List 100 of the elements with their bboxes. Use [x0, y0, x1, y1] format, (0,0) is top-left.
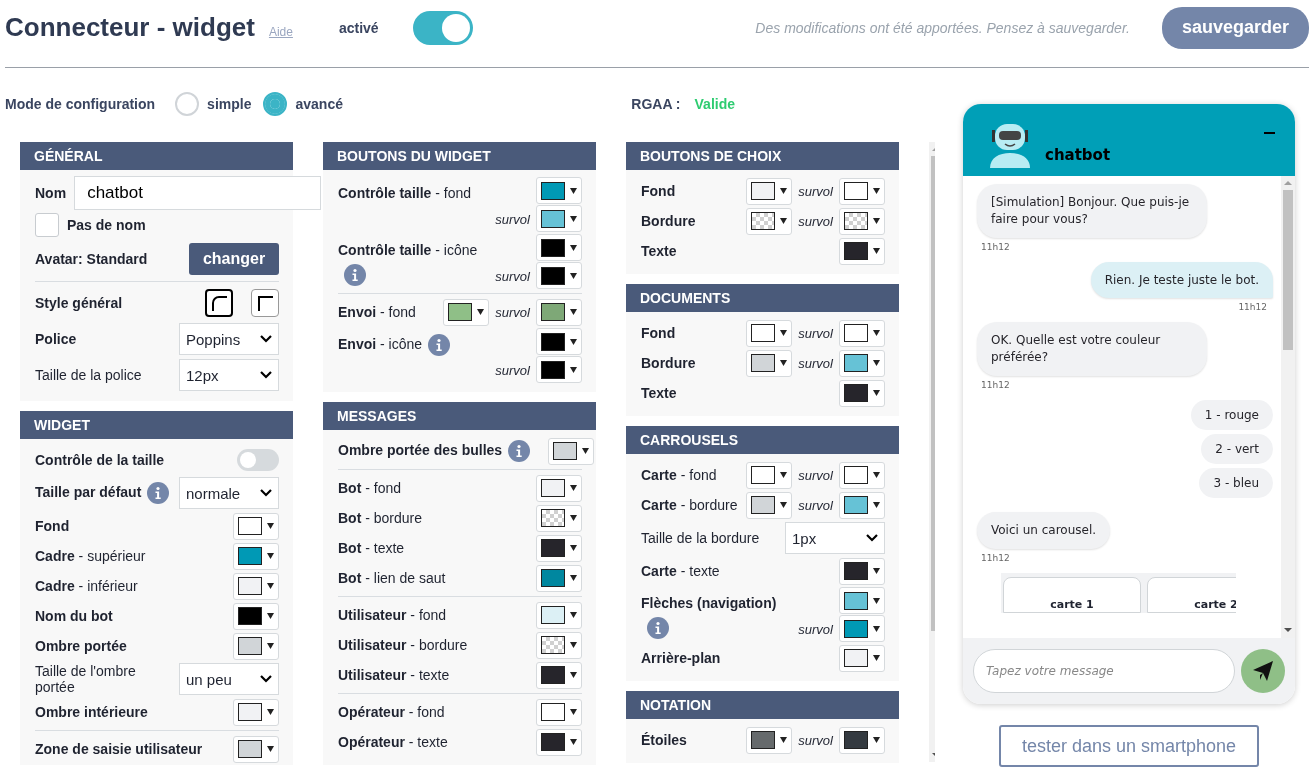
change-button[interactable]: changer — [189, 243, 279, 275]
caret-icon — [570, 366, 577, 373]
field-label: Taille par défaut — [35, 483, 142, 500]
choice-button[interactable]: 2 - vert — [1201, 434, 1273, 464]
color-picker[interactable] — [839, 319, 885, 347]
hover-label: survol — [798, 733, 833, 748]
carousel-card[interactable]: carte 2 — [1147, 576, 1236, 613]
dropdown[interactable]: normale — [179, 477, 279, 509]
color-picker[interactable] — [839, 726, 885, 754]
color-picker[interactable] — [746, 461, 793, 489]
field-label: Nom — [35, 185, 67, 201]
caret-icon — [873, 360, 880, 366]
info-icon[interactable] — [344, 264, 366, 287]
message-time: 11h12 — [1238, 302, 1267, 313]
field-label: Texte — [641, 385, 677, 401]
color-picker[interactable] — [536, 564, 582, 592]
field-label: Taille de la bordure — [641, 530, 760, 546]
corner-style-option[interactable] — [251, 289, 279, 317]
color-picker[interactable] — [536, 504, 582, 532]
color-picker[interactable] — [746, 491, 793, 519]
info-icon[interactable] — [147, 482, 170, 504]
radio-button[interactable] — [175, 92, 200, 116]
color-picker[interactable] — [233, 572, 279, 600]
carousel-card[interactable]: carte 1 — [1003, 576, 1141, 613]
color-picker[interactable] — [233, 602, 279, 630]
color-picker[interactable] — [839, 379, 885, 407]
caret-icon — [267, 746, 274, 752]
color-picker[interactable] — [233, 632, 279, 660]
color-picker[interactable] — [839, 177, 885, 205]
dropdown[interactable]: Poppins — [179, 323, 279, 355]
color-picker[interactable] — [536, 177, 582, 204]
color-picker[interactable] — [746, 726, 793, 754]
color-picker[interactable] — [536, 728, 582, 756]
color-picker[interactable] — [746, 319, 793, 347]
color-picker[interactable] — [536, 474, 582, 502]
dropdown[interactable]: 1px — [785, 522, 885, 554]
caret-icon — [570, 545, 577, 551]
toggle-switch[interactable] — [237, 449, 279, 471]
color-picker[interactable] — [839, 491, 885, 519]
field-label: Opérateur - texte — [338, 734, 448, 750]
choice-button[interactable]: 3 - bleu — [1199, 468, 1273, 498]
caret-icon — [570, 215, 577, 222]
color-picker[interactable] — [746, 207, 793, 235]
send-button[interactable] — [1241, 649, 1285, 693]
checkbox[interactable] — [35, 213, 59, 237]
color-picker[interactable] — [536, 205, 582, 232]
field-label: Carte - bordure — [641, 497, 738, 513]
chevron-down-icon — [260, 489, 272, 497]
color-picker[interactable] — [839, 615, 885, 642]
color-picker[interactable] — [746, 349, 793, 377]
test-smartphone-button[interactable]: tester dans un smartphone — [999, 725, 1259, 767]
info-icon[interactable] — [428, 334, 451, 357]
color-picker[interactable] — [839, 461, 885, 489]
color-picker[interactable] — [443, 298, 490, 326]
color-picker[interactable] — [839, 349, 885, 377]
color-picker[interactable] — [839, 587, 885, 614]
color-picker[interactable] — [233, 512, 279, 540]
color-picker[interactable] — [536, 234, 582, 261]
color-picker[interactable] — [536, 262, 582, 289]
section-title: GÉNÉRAL — [20, 142, 293, 170]
color-picker[interactable] — [839, 557, 885, 585]
color-picker[interactable] — [233, 542, 279, 570]
caret-icon — [570, 575, 577, 581]
caret-icon — [873, 188, 880, 194]
color-picker[interactable] — [839, 237, 885, 265]
caret-icon — [267, 643, 274, 649]
hover-label: survol — [495, 268, 530, 284]
name-input[interactable]: chatbot — [74, 176, 322, 210]
color-picker[interactable] — [536, 631, 582, 659]
color-picker[interactable] — [839, 207, 885, 235]
bot-message: [Simulation] Bonjour. Que puis-je faire pour vous? — [977, 184, 1207, 238]
color-picker[interactable] — [548, 437, 595, 465]
square-corner-icon — [257, 295, 273, 311]
corner-style-option[interactable] — [205, 289, 233, 317]
info-icon[interactable] — [647, 617, 669, 640]
color-picker[interactable] — [536, 298, 582, 326]
color-picker[interactable] — [536, 698, 582, 726]
color-picker[interactable] — [839, 644, 885, 672]
color-picker[interactable] — [536, 328, 582, 355]
hover-label: survol — [798, 498, 833, 513]
color-picker[interactable] — [536, 356, 582, 383]
dropdown[interactable]: 12px — [179, 359, 279, 391]
color-picker[interactable] — [536, 534, 582, 562]
color-picker[interactable] — [746, 177, 793, 205]
field-label: Zone de saisie utilisateur — [35, 741, 203, 757]
color-picker[interactable] — [233, 698, 279, 726]
radio-button[interactable] — [263, 92, 288, 116]
info-icon[interactable] — [508, 440, 531, 462]
message-input[interactable]: Tapez votre message — [973, 649, 1235, 693]
choice-button[interactable]: 1 - rouge — [1190, 400, 1273, 430]
color-picker[interactable] — [536, 661, 582, 689]
dropdown[interactable]: un peu — [179, 663, 279, 695]
field-label: Arrière-plan — [641, 650, 721, 666]
scrollbar[interactable] — [1281, 176, 1295, 638]
caret-icon — [873, 330, 880, 336]
save-button[interactable]: sauvegarder — [1161, 6, 1309, 49]
color-picker[interactable] — [536, 601, 582, 629]
caret-icon — [570, 709, 577, 715]
active-toggle[interactable] — [412, 10, 473, 45]
color-picker[interactable] — [233, 735, 279, 763]
